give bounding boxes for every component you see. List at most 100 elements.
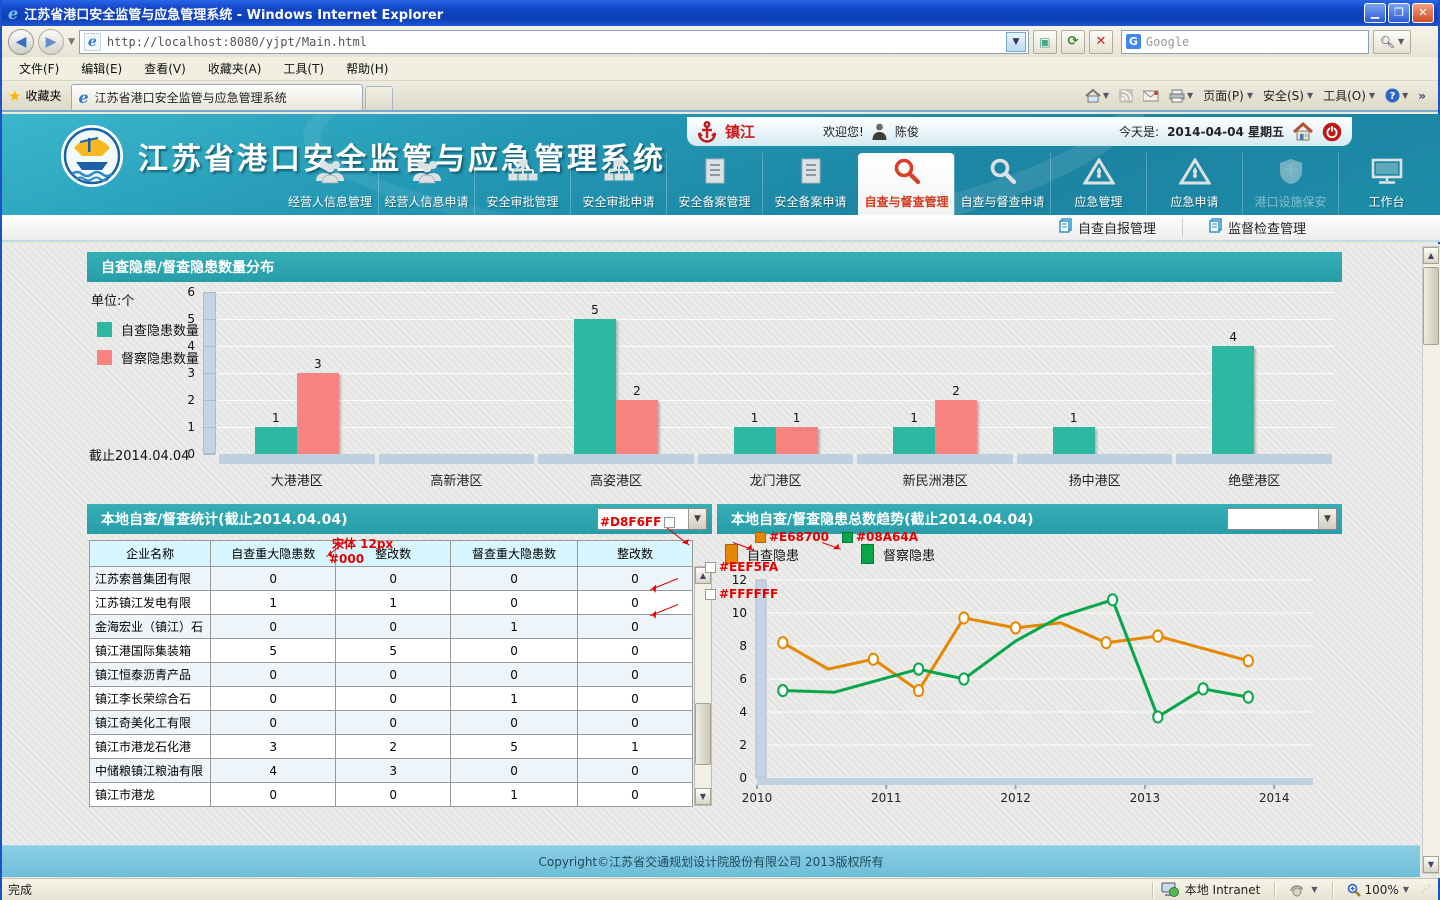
- logout-icon[interactable]: [1322, 122, 1342, 142]
- menu-item-1[interactable]: 文件(F): [10, 57, 68, 80]
- refresh-button[interactable]: ⟳: [1061, 30, 1085, 54]
- scroll-down-button[interactable]: ▼: [695, 788, 711, 805]
- table-row-8[interactable]: 镇江市港龙石化港3251: [90, 735, 693, 759]
- table-scroll-thumb[interactable]: [695, 703, 711, 765]
- trend-filter-select[interactable]: ▼: [1227, 508, 1337, 530]
- menu-item-3[interactable]: 查看(V): [135, 57, 195, 80]
- menu-item-2[interactable]: 编辑(E): [72, 57, 131, 80]
- title-bar: e 江苏省港口安全监管与应急管理系统 - Windows Internet Ex…: [2, 0, 1438, 26]
- site-logo: [60, 124, 124, 188]
- new-tab-button[interactable]: [365, 86, 393, 110]
- nav-item-8[interactable]: 自查与督查申请: [954, 153, 1050, 215]
- back-button[interactable]: ◀: [8, 29, 34, 55]
- protected-mode-icon[interactable]: [1289, 883, 1305, 897]
- page-scrollbar[interactable]: ▲ ▼: [1422, 246, 1440, 874]
- search-box[interactable]: G Google: [1121, 30, 1369, 54]
- nav-item-11[interactable]: 港口设施保安: [1242, 153, 1338, 215]
- address-dropdown-button[interactable]: ▼: [1006, 32, 1026, 52]
- page-scroll-up-button[interactable]: ▲: [1423, 247, 1439, 264]
- svg-text:2014: 2014: [1259, 791, 1290, 805]
- anno-row-bg: #FFFFFF: [705, 587, 778, 601]
- zoom-control[interactable]: 100% ▼: [1347, 883, 1409, 897]
- url-text: http://localhost:8080/yjpt/Main.html: [107, 35, 1006, 49]
- nav-item-6[interactable]: 安全备案申请: [762, 153, 858, 215]
- warning-icon: [1179, 158, 1211, 189]
- address-field[interactable]: e http://localhost:8080/yjpt/Main.html ▼: [79, 30, 1029, 54]
- unit-label: 单位:个: [91, 290, 134, 309]
- anno-series2-color: #08A64A: [842, 530, 918, 544]
- cell: 1: [577, 735, 692, 759]
- nav-item-10[interactable]: 应急申请: [1146, 153, 1242, 215]
- cell: 0: [577, 591, 692, 615]
- menu-item-5[interactable]: 工具(T): [274, 57, 333, 80]
- protected-mode-dropdown[interactable]: ▼: [1311, 885, 1317, 894]
- table-row-5[interactable]: 镇江恒泰沥青产品0000: [90, 663, 693, 687]
- search-button[interactable]: 🔍︎▼: [1373, 30, 1411, 54]
- intranet-zone-icon: [1161, 882, 1179, 897]
- select-arrow-icon[interactable]: ▼: [1318, 509, 1336, 529]
- table-row-10[interactable]: 镇江市港龙0010: [90, 783, 693, 807]
- page-content: 自查隐患/督查隐患数量分布 单位:个 自查隐患数量督察隐患数量 截止2014.0…: [2, 244, 1440, 878]
- safety-menu-button[interactable]: 安全(S)▼: [1263, 87, 1313, 104]
- tools-menu-button[interactable]: 工具(O)▼: [1323, 87, 1375, 104]
- subnav-item-2[interactable]: 监督检查管理: [1182, 218, 1332, 237]
- table-row-7[interactable]: 镇江奇美化工有限0000: [90, 711, 693, 735]
- favorites-label[interactable]: 收藏夹: [25, 87, 61, 104]
- table-scrollbar[interactable]: ▲ ▼: [694, 566, 712, 806]
- nav-item-2[interactable]: 经营人信息申请: [378, 153, 474, 215]
- history-dropdown-icon[interactable]: ▼: [68, 37, 75, 47]
- bar-self-check: [255, 427, 297, 454]
- svg-text:2013: 2013: [1130, 791, 1161, 805]
- home-button[interactable]: ▼: [1085, 89, 1109, 103]
- nav-item-4[interactable]: 安全审批申请: [570, 153, 666, 215]
- page-scroll-down-button[interactable]: ▼: [1423, 856, 1439, 873]
- table-row-6[interactable]: 镇江李长荣综合石0010: [90, 687, 693, 711]
- favorites-star-icon[interactable]: ★: [8, 87, 21, 105]
- close-button[interactable]: ✕: [1412, 3, 1434, 23]
- forward-button[interactable]: ▶: [38, 29, 64, 55]
- stop-button[interactable]: ✕: [1089, 30, 1113, 54]
- table-row-3[interactable]: 金海宏业（镇江）石0010: [90, 615, 693, 639]
- menu-item-4[interactable]: 收藏夹(A): [199, 57, 271, 80]
- trend-chart-panel: 本地自查/督查隐患总数趋势(截止2014.04.04) ▼ 自查隐患督察隐患 0…: [717, 504, 1342, 812]
- nav-item-1[interactable]: 经营人信息管理: [282, 153, 378, 215]
- table-row-4[interactable]: 镇江港国际集装箱5500: [90, 639, 693, 663]
- table-row-1[interactable]: 江苏索普集团有限0000: [90, 567, 693, 591]
- select-arrow-icon[interactable]: ▼: [688, 509, 706, 529]
- overflow-chevron-icon[interactable]: »: [1418, 89, 1426, 103]
- home-page-icon[interactable]: [1292, 122, 1314, 142]
- nav-item-3[interactable]: 安全审批管理: [474, 153, 570, 215]
- mail-button[interactable]: [1143, 90, 1159, 102]
- svg-text:6: 6: [739, 672, 747, 686]
- category-label: 龙门港区: [696, 470, 856, 489]
- cell: 0: [336, 687, 451, 711]
- compatibility-view-button[interactable]: ▣: [1033, 30, 1057, 54]
- page-scroll-thumb[interactable]: [1423, 267, 1439, 345]
- browser-tab[interactable]: e 江苏省港口安全监管与应急管理系统: [71, 84, 363, 110]
- table-row-2[interactable]: 江苏镇江发电有限1100: [90, 591, 693, 615]
- restore-button[interactable]: ❐: [1388, 3, 1410, 23]
- cell: 0: [336, 567, 451, 591]
- zoom-icon: [1347, 883, 1361, 897]
- cell: 1: [451, 615, 578, 639]
- anno-table-font: 宋体 12px: [332, 535, 393, 552]
- cell: 0: [451, 567, 578, 591]
- help-button[interactable]: ?▼: [1385, 88, 1408, 103]
- cell: 1: [211, 591, 336, 615]
- nav-item-7[interactable]: 自查与督查管理: [858, 153, 954, 215]
- subnav-item-1[interactable]: 自查自报管理: [1033, 218, 1182, 237]
- feeds-button[interactable]: [1119, 89, 1133, 103]
- minimize-button[interactable]: ▁: [1364, 3, 1386, 23]
- date-label: 今天是:: [1119, 123, 1159, 140]
- table-row-9[interactable]: 中储粮镇江粮油有限4300: [90, 759, 693, 783]
- menu-item-6[interactable]: 帮助(H): [337, 57, 397, 80]
- cell: 0: [451, 591, 578, 615]
- bar-self-check: [1053, 427, 1095, 454]
- company-name: 镇江港国际集装箱: [90, 639, 211, 663]
- nav-item-5[interactable]: 安全备案管理: [666, 153, 762, 215]
- nav-item-12[interactable]: 工作台: [1338, 153, 1434, 215]
- print-button[interactable]: ▼: [1169, 89, 1193, 103]
- page-menu-button[interactable]: 页面(P)▼: [1203, 87, 1253, 104]
- nav-item-9[interactable]: 应急管理: [1050, 153, 1146, 215]
- people-icon: [410, 159, 444, 189]
